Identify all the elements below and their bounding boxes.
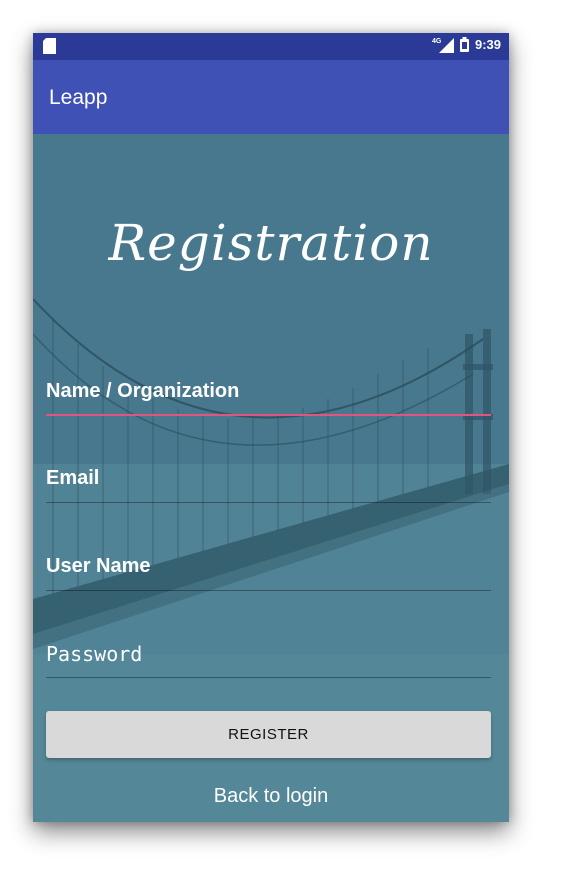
app-bar: Leapp: [33, 60, 509, 134]
register-button[interactable]: REGISTER: [46, 711, 491, 758]
name-field-underline: [46, 414, 491, 416]
status-icons: 4G 9:39: [432, 36, 501, 53]
app-title: Leapp: [49, 86, 108, 109]
back-to-login-link[interactable]: Back to login: [33, 785, 509, 808]
username-field-underline: [46, 590, 491, 591]
password-placeholder: Password: [46, 642, 143, 666]
signal-icon: 4G: [432, 38, 454, 53]
phone-screen: 4G 9:39 Leapp Registration Name / Organi…: [33, 33, 509, 822]
status-bar: 4G 9:39: [33, 33, 509, 60]
email-field-underline: [46, 502, 491, 503]
name-organization-field[interactable]: Name / Organization: [46, 370, 491, 416]
username-field[interactable]: User Name: [46, 545, 491, 591]
page-title: Registration: [108, 214, 434, 272]
sd-card-icon: [43, 38, 56, 54]
username-placeholder: User Name: [46, 555, 151, 577]
name-organization-placeholder: Name / Organization: [46, 380, 240, 402]
password-field[interactable]: Password: [46, 632, 491, 678]
clock: 9:39: [474, 37, 501, 52]
registration-form: Registration Name / Organization Email U…: [33, 134, 509, 822]
email-field[interactable]: Email: [46, 457, 491, 503]
svg-text:4G: 4G: [432, 38, 442, 45]
email-placeholder: Email: [46, 467, 100, 489]
password-field-underline: [46, 677, 491, 678]
battery-icon: [459, 37, 469, 52]
